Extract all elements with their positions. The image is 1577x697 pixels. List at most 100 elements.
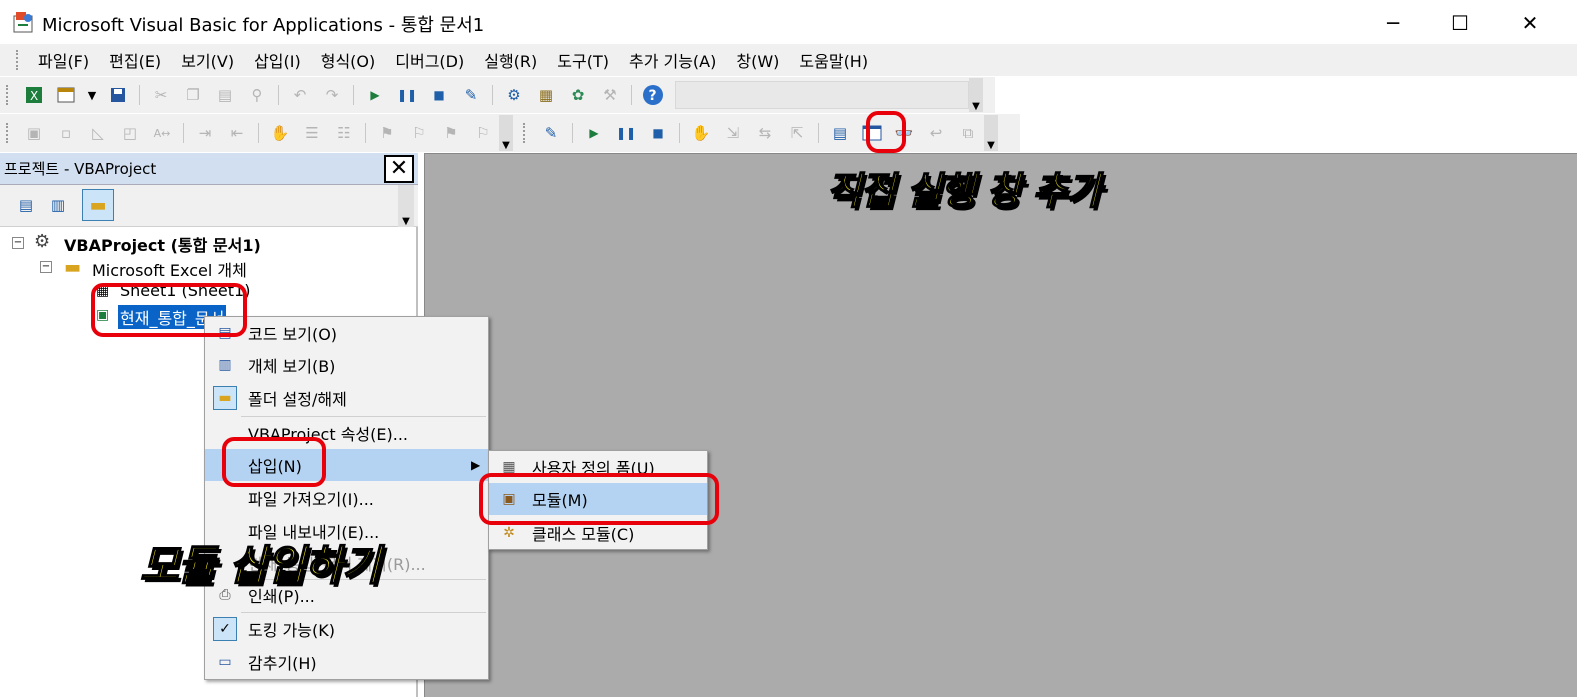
toggle-breakpoint-icon[interactable]: ✋ bbox=[688, 120, 714, 146]
menu-window[interactable]: 창(W) bbox=[726, 48, 789, 72]
next-bookmark-icon[interactable]: ⚐ bbox=[406, 120, 432, 146]
userform-icon[interactable] bbox=[53, 82, 79, 108]
menu-edit[interactable]: 편집(E) bbox=[99, 48, 171, 72]
project-pane-toolbar: ▤ ▥ ▬ ▼ bbox=[0, 185, 418, 227]
separator bbox=[631, 85, 632, 105]
highlight-box-workbook bbox=[91, 283, 247, 337]
locals-window-icon[interactable]: ▤ bbox=[827, 120, 853, 146]
call-stack-icon[interactable]: ⧉ bbox=[955, 120, 981, 146]
save-icon[interactable] bbox=[105, 82, 131, 108]
copy-icon[interactable]: ❐ bbox=[180, 82, 206, 108]
comment-block-icon[interactable]: ☰ bbox=[299, 120, 325, 146]
toggle-folders-button[interactable]: ▬ bbox=[82, 189, 114, 221]
separator bbox=[139, 85, 140, 105]
undo-icon[interactable]: ↶ bbox=[287, 82, 313, 108]
project-explorer-icon[interactable]: ⚙ bbox=[501, 82, 527, 108]
object-browser-icon[interactable]: ✿ bbox=[565, 82, 591, 108]
menu-help[interactable]: 도움말(H) bbox=[789, 48, 878, 72]
menu-run[interactable]: 실행(R) bbox=[474, 48, 547, 72]
view-code-icon[interactable]: ▤ bbox=[13, 192, 39, 218]
reset-icon[interactable]: ■ bbox=[426, 82, 452, 108]
redo-icon[interactable]: ↷ bbox=[319, 82, 345, 108]
step-over-icon[interactable]: ⇆ bbox=[752, 120, 778, 146]
parameter-info-icon[interactable]: ◰ bbox=[117, 120, 143, 146]
menu-toggle-folders[interactable]: ▬ 폴더 설정/해제 bbox=[205, 382, 488, 414]
menu-view-code[interactable]: ▤ 코드 보기(O) bbox=[205, 317, 488, 349]
break-icon[interactable]: ❚❚ bbox=[613, 120, 639, 146]
code-workspace[interactable] bbox=[424, 153, 1577, 697]
toolbar-options-icon[interactable]: ▼ bbox=[984, 115, 998, 151]
close-button[interactable]: ✕ bbox=[1500, 6, 1560, 40]
tree-root-vbaproject[interactable]: VBAProject (통합 문서1) bbox=[64, 232, 261, 256]
project-pane-close-button[interactable]: ✕ bbox=[384, 155, 414, 183]
menu-view-object[interactable]: ▥ 개체 보기(B) bbox=[205, 349, 488, 381]
separator bbox=[365, 123, 366, 143]
separator bbox=[353, 85, 354, 105]
help-icon[interactable]: ? bbox=[640, 82, 666, 108]
minimize-button[interactable]: ─ bbox=[1363, 6, 1423, 40]
uncomment-block-icon[interactable]: ☷ bbox=[331, 120, 357, 146]
find-icon[interactable]: ⚲ bbox=[244, 82, 270, 108]
paste-icon[interactable]: ▤ bbox=[212, 82, 238, 108]
highlight-box-module bbox=[479, 473, 719, 525]
quick-info-icon[interactable]: ◺ bbox=[85, 120, 111, 146]
design-mode-icon[interactable]: ✎ bbox=[458, 82, 484, 108]
outdent-icon[interactable]: ⇤ bbox=[224, 120, 250, 146]
folder-icon: ▬ bbox=[64, 257, 82, 278]
highlight-box-immediate-window bbox=[866, 111, 906, 153]
location-box bbox=[675, 81, 969, 109]
break-icon[interactable]: ❚❚ bbox=[394, 82, 420, 108]
excel-icon[interactable]: X bbox=[21, 82, 47, 108]
menu-dockable[interactable]: ✓ 도킹 가능(K) bbox=[205, 613, 488, 645]
menu-bar: 파일(F) 편집(E) 보기(V) 삽입(I) 형식(O) 디버그(D) 실행(… bbox=[0, 44, 1577, 76]
maximize-button[interactable]: ☐ bbox=[1430, 6, 1490, 40]
menubar-grip[interactable] bbox=[16, 50, 20, 70]
indent-icon[interactable]: ⇥ bbox=[192, 120, 218, 146]
dropdown-icon[interactable]: ▼ bbox=[85, 82, 99, 108]
project-pane-header: 프로젝트 - VBAProject bbox=[0, 153, 418, 185]
complete-word-icon[interactable]: A↔ bbox=[149, 120, 175, 146]
step-out-icon[interactable]: ⇱ bbox=[784, 120, 810, 146]
run-icon[interactable]: ▶ bbox=[581, 120, 607, 146]
svg-text:?: ? bbox=[649, 88, 657, 104]
run-icon[interactable]: ▶ bbox=[362, 82, 388, 108]
tree-folder-excel-objects[interactable]: Microsoft Excel 개체 bbox=[92, 257, 247, 281]
view-object-icon: ▥ bbox=[218, 357, 232, 373]
list-constants-icon[interactable]: ▫ bbox=[53, 120, 79, 146]
quick-watch-icon[interactable]: ↩ bbox=[923, 120, 949, 146]
toggle-breakpoint-icon[interactable]: ✋ bbox=[267, 120, 293, 146]
pane-scroll-icon[interactable]: ▼ bbox=[398, 185, 414, 227]
toolbar-grip[interactable] bbox=[6, 123, 10, 143]
collapse-icon[interactable]: − bbox=[12, 237, 24, 249]
menu-tools[interactable]: 도구(T) bbox=[547, 48, 619, 72]
previous-bookmark-icon[interactable]: ⚑ bbox=[438, 120, 464, 146]
menu-debug[interactable]: 디버그(D) bbox=[385, 48, 474, 72]
menu-format[interactable]: 형식(O) bbox=[311, 48, 386, 72]
collapse-icon[interactable]: − bbox=[40, 261, 52, 273]
separator bbox=[492, 85, 493, 105]
clear-bookmarks-icon[interactable]: ⚐ bbox=[470, 120, 496, 146]
toolbar-grip[interactable] bbox=[523, 123, 527, 143]
list-properties-icon[interactable]: ▣ bbox=[21, 120, 47, 146]
view-object-icon[interactable]: ▥ bbox=[45, 192, 71, 218]
menu-view[interactable]: 보기(V) bbox=[171, 48, 244, 72]
menu-hide[interactable]: ▭ 감추기(H) bbox=[205, 646, 488, 678]
window-title: Microsoft Visual Basic for Applications … bbox=[42, 15, 485, 36]
context-menu: ▤ 코드 보기(O) ▥ 개체 보기(B) ▬ 폴더 설정/해제 VBAProject… bbox=[204, 316, 489, 680]
cut-icon[interactable]: ✂ bbox=[148, 82, 174, 108]
separator bbox=[278, 85, 279, 105]
menu-insert[interactable]: 삽입(I) bbox=[244, 48, 311, 72]
step-into-icon[interactable]: ⇲ bbox=[720, 120, 746, 146]
properties-icon[interactable]: ▦ bbox=[533, 82, 559, 108]
menu-addins[interactable]: 추가 기능(A) bbox=[619, 48, 726, 72]
reset-icon[interactable]: ■ bbox=[645, 120, 671, 146]
standard-toolbar: X ▼ ✂ ❐ ▤ ⚲ ↶ ↷ ▶ ❚❚ ■ ✎ ⚙ ▦ ✿ ⚒ ? ▼ bbox=[0, 77, 995, 113]
separator bbox=[258, 123, 259, 143]
toolbar-options-icon[interactable]: ▼ bbox=[969, 78, 983, 112]
toolbar-options-icon[interactable]: ▼ bbox=[499, 115, 513, 151]
toggle-bookmark-icon[interactable]: ⚑ bbox=[374, 120, 400, 146]
menu-file[interactable]: 파일(F) bbox=[28, 48, 99, 72]
toolbar-grip[interactable] bbox=[6, 85, 10, 105]
design-mode-icon[interactable]: ✎ bbox=[538, 120, 564, 146]
toolbox-icon[interactable]: ⚒ bbox=[597, 82, 623, 108]
